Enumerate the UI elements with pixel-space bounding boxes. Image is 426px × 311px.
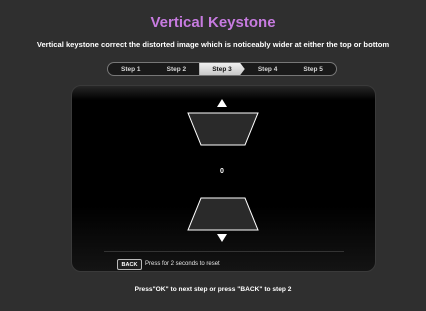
page-subtitle: Vertical keystone correct the distorted … — [36, 40, 390, 49]
back-hint: Press for 2 seconds to reset — [145, 261, 220, 267]
triangle-down-icon[interactable] — [217, 234, 227, 242]
trapezoid-wide-bottom-icon — [187, 197, 259, 231]
panel-divider — [104, 251, 344, 252]
step-indicator: Step 1 Step 2 Step 3 Step 4 Step 5 — [107, 62, 337, 76]
keystone-value: 0 — [220, 168, 224, 175]
triangle-up-icon[interactable] — [217, 99, 227, 107]
back-button[interactable]: BACK — [117, 259, 142, 270]
page-title: Vertical Keystone — [150, 14, 276, 31]
step-4: Step 4 — [257, 65, 278, 73]
step-1: Step 1 — [121, 65, 141, 73]
step-5: Step 5 — [303, 65, 323, 73]
footer-instructions: Press"OK" to next step or press "BACK" t… — [134, 286, 292, 293]
trapezoid-wide-top-icon — [187, 112, 259, 146]
step-2: Step 2 — [166, 65, 187, 73]
step-3: Step 3 — [199, 63, 245, 75]
